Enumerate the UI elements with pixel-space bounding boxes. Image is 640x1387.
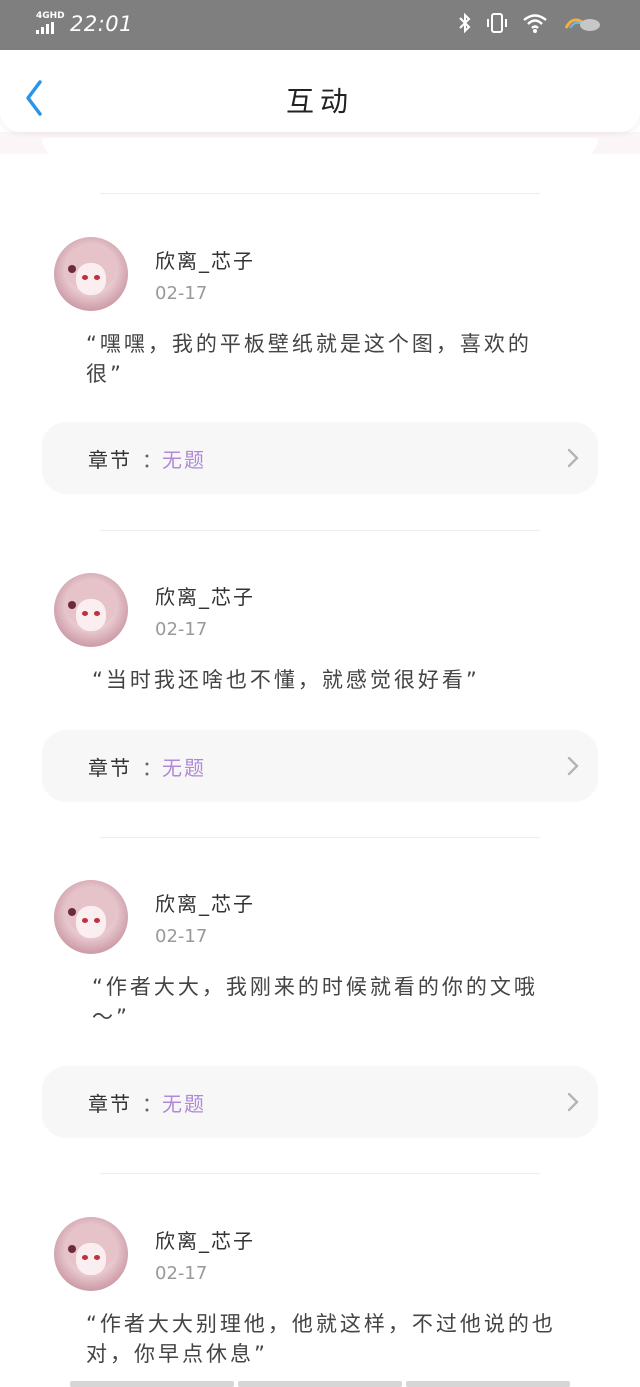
wifi-icon	[522, 12, 548, 38]
chapter-colon: ：	[142, 448, 162, 472]
divider	[100, 837, 540, 838]
username[interactable]: 欣离_芯子	[155, 245, 255, 274]
comment-text: “作者大大，我刚来的时候就看的你的文哦～”	[92, 975, 538, 1029]
app-header: 互动	[0, 50, 640, 132]
username[interactable]: 欣离_芯子	[155, 581, 255, 610]
divider	[100, 1173, 540, 1174]
chapter-link[interactable]: 章节 ： 无题	[42, 1066, 598, 1138]
vibrate-icon	[486, 12, 508, 38]
chapter-name: 无题	[162, 756, 206, 780]
avatar[interactable]	[54, 880, 128, 954]
chapter-colon: ：	[142, 1092, 162, 1116]
chapter-colon: ：	[142, 756, 162, 780]
clock: 22:01	[70, 12, 134, 36]
chapter-name: 无题	[162, 1092, 206, 1116]
divider	[100, 530, 540, 531]
comment-date: 02-17	[155, 283, 208, 304]
chapter-label: 章节	[88, 756, 132, 780]
comment-date: 02-17	[155, 926, 208, 947]
page-title: 互动	[285, 85, 354, 118]
comment-date: 02-17	[155, 619, 208, 640]
avatar[interactable]	[54, 573, 128, 647]
previous-card-edge	[42, 138, 598, 158]
chapter-link[interactable]: 章节 ： 无题	[42, 730, 598, 802]
signal-icon	[36, 22, 54, 34]
chapter-label: 章节	[88, 448, 132, 472]
username[interactable]: 欣离_芯子	[155, 888, 255, 917]
divider	[100, 193, 540, 194]
username[interactable]: 欣离_芯子	[155, 1225, 255, 1254]
gesture-bar	[70, 1381, 570, 1387]
chevron-right-icon	[567, 448, 579, 468]
network-type: 4GHD	[36, 11, 65, 21]
comment-text: “嘿嘿，我的平板壁纸就是这个图，喜欢的很”	[86, 332, 532, 386]
chapter-link[interactable]: 章节 ： 无题	[42, 422, 598, 494]
status-bar: 4GHD 22:01	[0, 0, 640, 50]
comment-text: “当时我还啥也不懂，就感觉很好看”	[92, 668, 480, 692]
bluetooth-icon	[458, 12, 472, 38]
weather-icon	[562, 12, 602, 38]
chapter-name: 无题	[162, 448, 206, 472]
chapter-label: 章节	[88, 1092, 132, 1116]
chevron-right-icon	[567, 756, 579, 776]
comment-text: “作者大大别理他，他就这样，不过他说的也对，你早点休息”	[86, 1312, 556, 1366]
avatar[interactable]	[54, 1217, 128, 1291]
chevron-right-icon	[567, 1092, 579, 1112]
avatar[interactable]	[54, 237, 128, 311]
comment-date: 02-17	[155, 1263, 208, 1284]
